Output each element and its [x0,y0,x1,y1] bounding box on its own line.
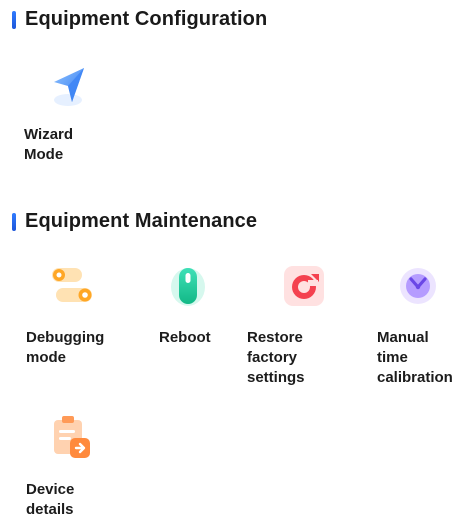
restore-icon [278,260,330,312]
tile-label: Wizard Mode [24,126,74,163]
tile-restore-factory-settings[interactable]: Restore factory settings [240,258,340,398]
section-title: Equipment Configuration [25,8,268,30]
navigation-arrow-icon [44,60,96,112]
tile-wizard-mode[interactable]: Wizard Mode [0,56,100,176]
clipboard-details-icon [46,410,98,462]
tile-manual-time-calibration[interactable]: Manual time calibration [362,258,461,398]
section-title: Equipment Maintenance [25,210,258,232]
section-header-configuration: Equipment Configuration [12,8,267,31]
clock-icon [392,260,444,312]
section-accent-bar [12,212,16,231]
tile-label: Device details [26,481,75,518]
tile-label: Manual time calibration [377,329,453,386]
toggle-switches-icon [46,260,98,312]
tile-device-details[interactable]: Device details [0,410,100,519]
tile-label: Debugging mode [26,329,105,366]
tile-debugging-mode[interactable]: Debugging mode [0,258,104,378]
tile-reboot[interactable]: Reboot [140,258,240,378]
tile-label: Restore factory settings [247,329,305,386]
section-accent-bar [12,10,16,29]
power-icon [162,260,214,312]
section-header-maintenance: Equipment Maintenance [12,210,257,233]
